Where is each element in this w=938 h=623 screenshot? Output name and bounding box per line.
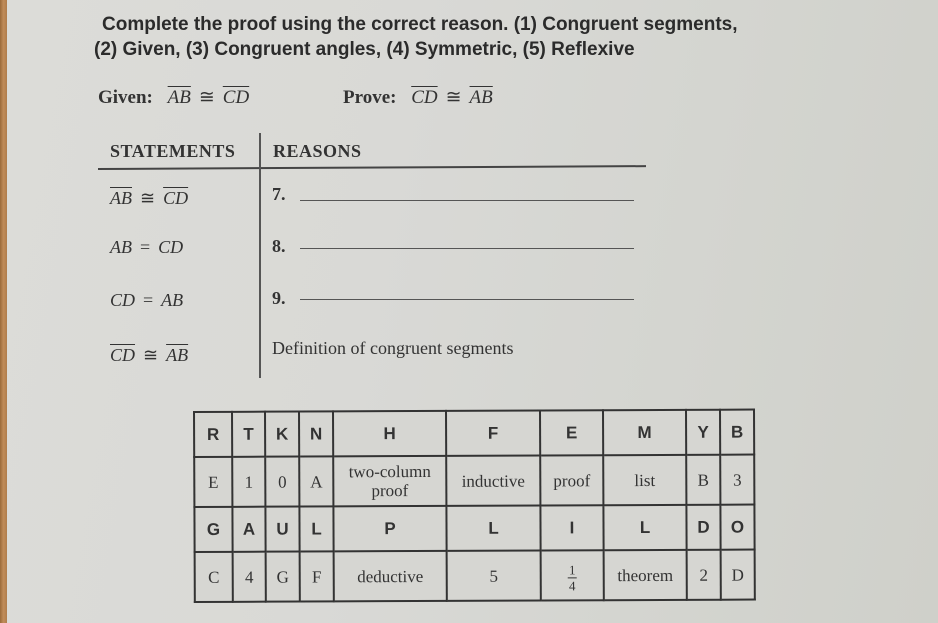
- prove-statement: Prove: CD ≅ AB: [343, 86, 493, 109]
- segment-length: CD: [110, 290, 136, 310]
- code-value: 0: [265, 456, 300, 507]
- reasons-header: REASONS: [273, 141, 362, 161]
- code-value: two-column proof: [333, 455, 447, 507]
- segment: CD: [163, 188, 189, 208]
- fraction-denominator: 4: [568, 577, 576, 593]
- reason-number-8: 8.: [272, 236, 286, 256]
- segment: AB: [110, 188, 132, 208]
- reason-7-blank[interactable]: [300, 200, 634, 201]
- code-value: E: [194, 456, 233, 507]
- code-letter: I: [540, 505, 604, 551]
- given-statement: Given: AB ≅ CD: [98, 86, 249, 109]
- statement-row-2: AB = CD: [110, 237, 183, 258]
- relation-symbol: =: [143, 290, 154, 310]
- statement-row-1: AB ≅ CD: [110, 188, 188, 209]
- answer-code-table: R T K N H F E M Y B E 1 0 A two-column p…: [193, 408, 756, 603]
- wood-desk-edge: [0, 0, 7, 623]
- code-letter: O: [720, 504, 755, 550]
- code-letter: G: [194, 506, 233, 552]
- code-letter: F: [446, 410, 541, 456]
- prove-right-segment: AB: [469, 87, 493, 108]
- fraction-numerator: 1: [568, 561, 576, 577]
- code-value-row-1: E 1 0 A two-column proof inductive proof…: [194, 454, 755, 507]
- prove-left-segment: CD: [411, 87, 438, 108]
- relation-symbol: =: [140, 237, 151, 257]
- statement-row-4: CD ≅ AB: [110, 345, 188, 366]
- code-value: theorem: [603, 549, 687, 601]
- segment-length: AB: [161, 290, 184, 310]
- code-value-fraction: 1 4: [540, 550, 604, 601]
- code-letter: R: [194, 411, 233, 457]
- reason-definition-congruent-segments: Definition of congruent segments: [272, 338, 514, 358]
- code-letter: D: [686, 504, 721, 550]
- code-letter: U: [265, 506, 300, 552]
- segment-length: AB: [110, 237, 132, 257]
- code-letter-row-2: G A U L P L I L D O: [194, 504, 755, 552]
- code-letter: Y: [685, 409, 721, 455]
- congruent-symbol: ≅: [445, 87, 462, 108]
- instructions-line-1: Complete the proof using the correct rea…: [102, 14, 738, 35]
- congruent-symbol: ≅: [198, 87, 215, 108]
- code-value: 2: [686, 549, 721, 600]
- code-value: F: [299, 551, 334, 602]
- reason-number-7: 7.: [272, 184, 286, 204]
- code-value: deductive: [333, 550, 447, 602]
- instructions-line-2: (2) Given, (3) Congruent angles, (4) Sym…: [94, 39, 635, 60]
- code-value: D: [720, 549, 755, 600]
- code-letter: E: [540, 410, 604, 456]
- code-value: B: [686, 454, 721, 505]
- prove-label: Prove:: [343, 87, 397, 108]
- statement-row-3: CD = AB: [110, 290, 183, 311]
- code-value: A: [299, 456, 334, 507]
- relation-symbol: ≅: [140, 188, 156, 208]
- given-left-segment: AB: [167, 87, 191, 108]
- reason-9-blank[interactable]: [300, 299, 634, 300]
- header-divider: [97, 165, 646, 170]
- column-divider: [259, 133, 261, 378]
- segment: CD: [110, 345, 136, 365]
- reason-number-9: 9.: [272, 288, 286, 308]
- reason-8-blank[interactable]: [300, 248, 634, 249]
- code-letter: L: [446, 505, 541, 551]
- code-letter: L: [299, 506, 334, 552]
- code-letter-row-1: R T K N H F E M Y B: [194, 409, 755, 457]
- code-value: list: [603, 454, 687, 506]
- code-value: 5: [446, 550, 541, 601]
- code-letter: P: [333, 505, 447, 552]
- code-letter: K: [265, 411, 300, 457]
- code-letter: N: [299, 411, 334, 457]
- code-value: inductive: [446, 455, 541, 506]
- statements-header: STATEMENTS: [110, 141, 236, 161]
- instructions: Complete the proof using the correct rea…: [94, 12, 742, 62]
- code-letter: M: [603, 409, 687, 456]
- code-value: proof: [540, 455, 604, 506]
- code-letter: A: [232, 506, 266, 552]
- segment: AB: [166, 345, 189, 365]
- given-right-segment: CD: [222, 87, 250, 108]
- code-value: G: [265, 551, 300, 602]
- code-value: 3: [720, 454, 755, 505]
- code-letter: T: [232, 411, 266, 457]
- code-letter: L: [603, 504, 687, 551]
- code-value: 1: [232, 456, 266, 507]
- segment-length: CD: [158, 237, 184, 257]
- code-value-row-2: C 4 G F deductive 5 1 4 theorem 2 D: [194, 549, 755, 602]
- relation-symbol: ≅: [143, 345, 159, 365]
- code-letter: H: [333, 410, 447, 457]
- code-letter: B: [719, 409, 755, 455]
- fraction-one-quarter: 1 4: [567, 561, 577, 593]
- given-label: Given:: [98, 87, 153, 108]
- code-value: 4: [232, 551, 266, 602]
- code-value: C: [194, 551, 233, 602]
